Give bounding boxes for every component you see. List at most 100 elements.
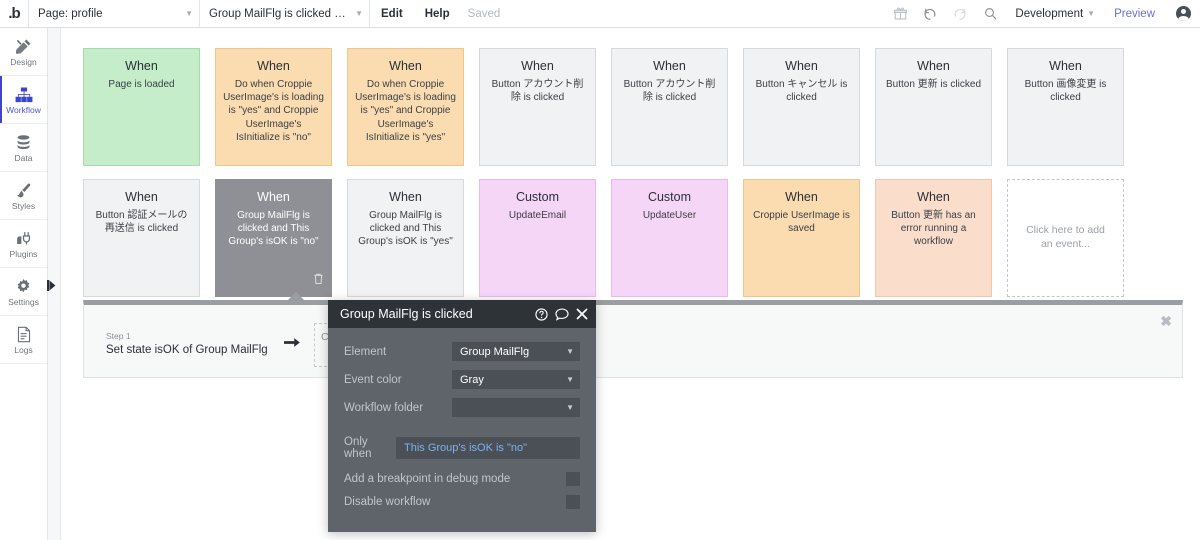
element-dropdown[interactable]: Group MailFlg ▼ [452, 342, 580, 361]
workflow-event-card[interactable]: When Page is loaded [83, 48, 200, 166]
event-color-dropdown[interactable]: Gray ▼ [452, 370, 580, 389]
sidebar-expand-toggle[interactable] [47, 278, 56, 292]
arrow-right-icon [283, 336, 300, 354]
workflow-event-card[interactable]: When Button 更新 has an error running a wo… [875, 179, 992, 297]
card-title: When [125, 59, 158, 73]
redo-icon[interactable] [945, 0, 975, 27]
sidebar-item-logs[interactable]: Logs [0, 316, 47, 364]
add-event-label: Click here to add an event... [1026, 224, 1105, 250]
sidebar-item-label: Data [14, 152, 33, 163]
only-when-expression[interactable]: This Group's isOK is "no" [396, 437, 580, 459]
trash-icon[interactable] [313, 272, 324, 290]
card-title: When [389, 190, 422, 204]
card-title: When [1049, 59, 1082, 73]
sidebar-item-design[interactable]: Design [0, 28, 47, 76]
menu-help[interactable]: Help [414, 0, 461, 27]
chevron-down-icon: ▼ [355, 8, 363, 18]
workflow-folder-dropdown[interactable]: ▼ [452, 398, 580, 417]
chevron-down-icon: ▼ [185, 8, 193, 18]
workflow-event-card[interactable]: When Croppie UserImage is saved [743, 179, 860, 297]
workflow-event-card[interactable]: When Group MailFlg is clicked and This G… [347, 179, 464, 297]
bubble-workflow-editor: .b Page: profile ▼ Group MailFlg is clic… [0, 0, 1200, 540]
comment-icon[interactable] [555, 308, 569, 321]
only-when-expression-value: This Group's isOK is "no" [404, 442, 528, 454]
field-label: Event color [344, 373, 402, 386]
add-event-card[interactable]: Click here to add an event... [1007, 179, 1124, 297]
chevron-down-icon: ▼ [566, 375, 574, 384]
chevron-down-icon: ▼ [1087, 8, 1096, 18]
menu-edit[interactable]: Edit [370, 0, 414, 27]
gear-icon [15, 277, 32, 297]
workflow-event-card[interactable]: When Button アカウント削除 is clicked [611, 48, 728, 166]
page-selector[interactable]: Page: profile ▼ [28, 0, 200, 27]
card-subtitle: Croppie UserImage is saved [753, 210, 850, 235]
card-title: When [653, 59, 686, 73]
card-title: When [917, 59, 950, 73]
version-label: Development [1015, 7, 1084, 20]
workflow-step[interactable]: Step 1 Set state isOK of Group MailFlg [106, 331, 268, 358]
breakpoint-checkbox[interactable] [566, 472, 580, 486]
sidebar-item-plugins[interactable]: Plugins [0, 220, 47, 268]
card-subtitle: Do when Croppie UserImage's is loading i… [223, 79, 324, 143]
sidebar-item-settings[interactable]: Settings [0, 268, 47, 316]
card-subtitle: Page is loaded [108, 79, 175, 90]
sidebar-item-label: Design [10, 56, 37, 67]
card-title: When [917, 190, 950, 204]
workflow-selector-label: Group MailFlg is clicked and This... [209, 7, 351, 20]
workflow-event-card[interactable]: When Button 認証メールの再送信 is clicked [83, 179, 200, 297]
workflow-custom-event-card[interactable]: Custom UpdateUser [611, 179, 728, 297]
breakpoint-label: Add a breakpoint in debug mode [344, 473, 511, 485]
sidebar-item-label: Logs [14, 344, 33, 355]
close-icon[interactable]: ✖ [1160, 314, 1172, 328]
workflow-event-card[interactable]: When Button アカウント削除 is clicked [479, 48, 596, 166]
card-subtitle: Button 更新 has an error running a workflo… [891, 210, 976, 248]
card-title: Custom [515, 190, 560, 204]
gift-icon[interactable] [885, 0, 915, 27]
user-avatar-icon [1175, 6, 1191, 21]
workflow-event-card[interactable]: When Button 更新 is clicked [875, 48, 992, 166]
logs-icon [16, 325, 32, 345]
card-title: When [785, 190, 818, 204]
workflow-event-card[interactable]: When Button キャンセル is clicked [743, 48, 860, 166]
card-subtitle: Button キャンセル is clicked [755, 79, 848, 104]
workflow-event-card[interactable]: When Do when Croppie UserImage's is load… [347, 48, 464, 166]
workflow-event-card-selected[interactable]: When Group MailFlg is clicked and This G… [215, 179, 332, 297]
disable-workflow-checkbox[interactable] [566, 495, 580, 509]
plugins-icon [15, 229, 32, 249]
chevron-down-icon: ▼ [566, 347, 574, 356]
workflow-event-card[interactable]: When Do when Croppie UserImage's is load… [215, 48, 332, 166]
close-icon[interactable] [576, 308, 588, 320]
workflow-custom-event-card[interactable]: Custom UpdateEmail [479, 179, 596, 297]
workflow-event-card[interactable]: When Button 画像変更 is clicked [1007, 48, 1124, 166]
undo-icon[interactable] [915, 0, 945, 27]
workflow-selector[interactable]: Group MailFlg is clicked and This... ▼ [200, 0, 370, 27]
b-logo-icon[interactable]: .b [0, 0, 28, 27]
search-icon[interactable] [975, 0, 1005, 27]
card-title: When [257, 59, 290, 73]
card-title: Custom [647, 190, 692, 204]
card-subtitle: Button 画像変更 is clicked [1024, 79, 1107, 104]
question-circle-icon[interactable] [535, 307, 548, 321]
field-row-only-when: Only when This Group's isOK is "no" [344, 436, 582, 460]
preview-button[interactable]: Preview [1103, 0, 1166, 27]
avatar[interactable] [1166, 0, 1200, 27]
field-row-event-color: Event color Gray ▼ [344, 370, 582, 389]
version-selector[interactable]: Development ▼ [1005, 0, 1103, 27]
only-when-label: Only when [344, 436, 372, 460]
workflow-card-grid: When Page is loaded When Do when Croppie… [83, 48, 1124, 297]
element-dropdown-value: Group MailFlg [460, 345, 530, 358]
sidebar-item-data[interactable]: Data [0, 124, 47, 172]
sidebar-item-workflow[interactable]: Workflow [0, 76, 47, 124]
divider [344, 426, 582, 436]
sidebar-item-label: Workflow [6, 104, 41, 115]
card-title: When [125, 190, 158, 204]
step-text: Set state isOK of Group MailFlg [106, 344, 268, 357]
breakpoint-row: Add a breakpoint in debug mode [344, 472, 582, 486]
sidebar-item-label: Settings [8, 296, 39, 307]
sidebar-item-styles[interactable]: Styles [0, 172, 47, 220]
panel-pointer [287, 292, 305, 301]
card-title: When [257, 190, 290, 204]
field-row-element: Element Group MailFlg ▼ [344, 342, 582, 361]
dialog-title: Group MailFlg is clicked [340, 307, 473, 321]
workflow-icon [15, 85, 33, 105]
